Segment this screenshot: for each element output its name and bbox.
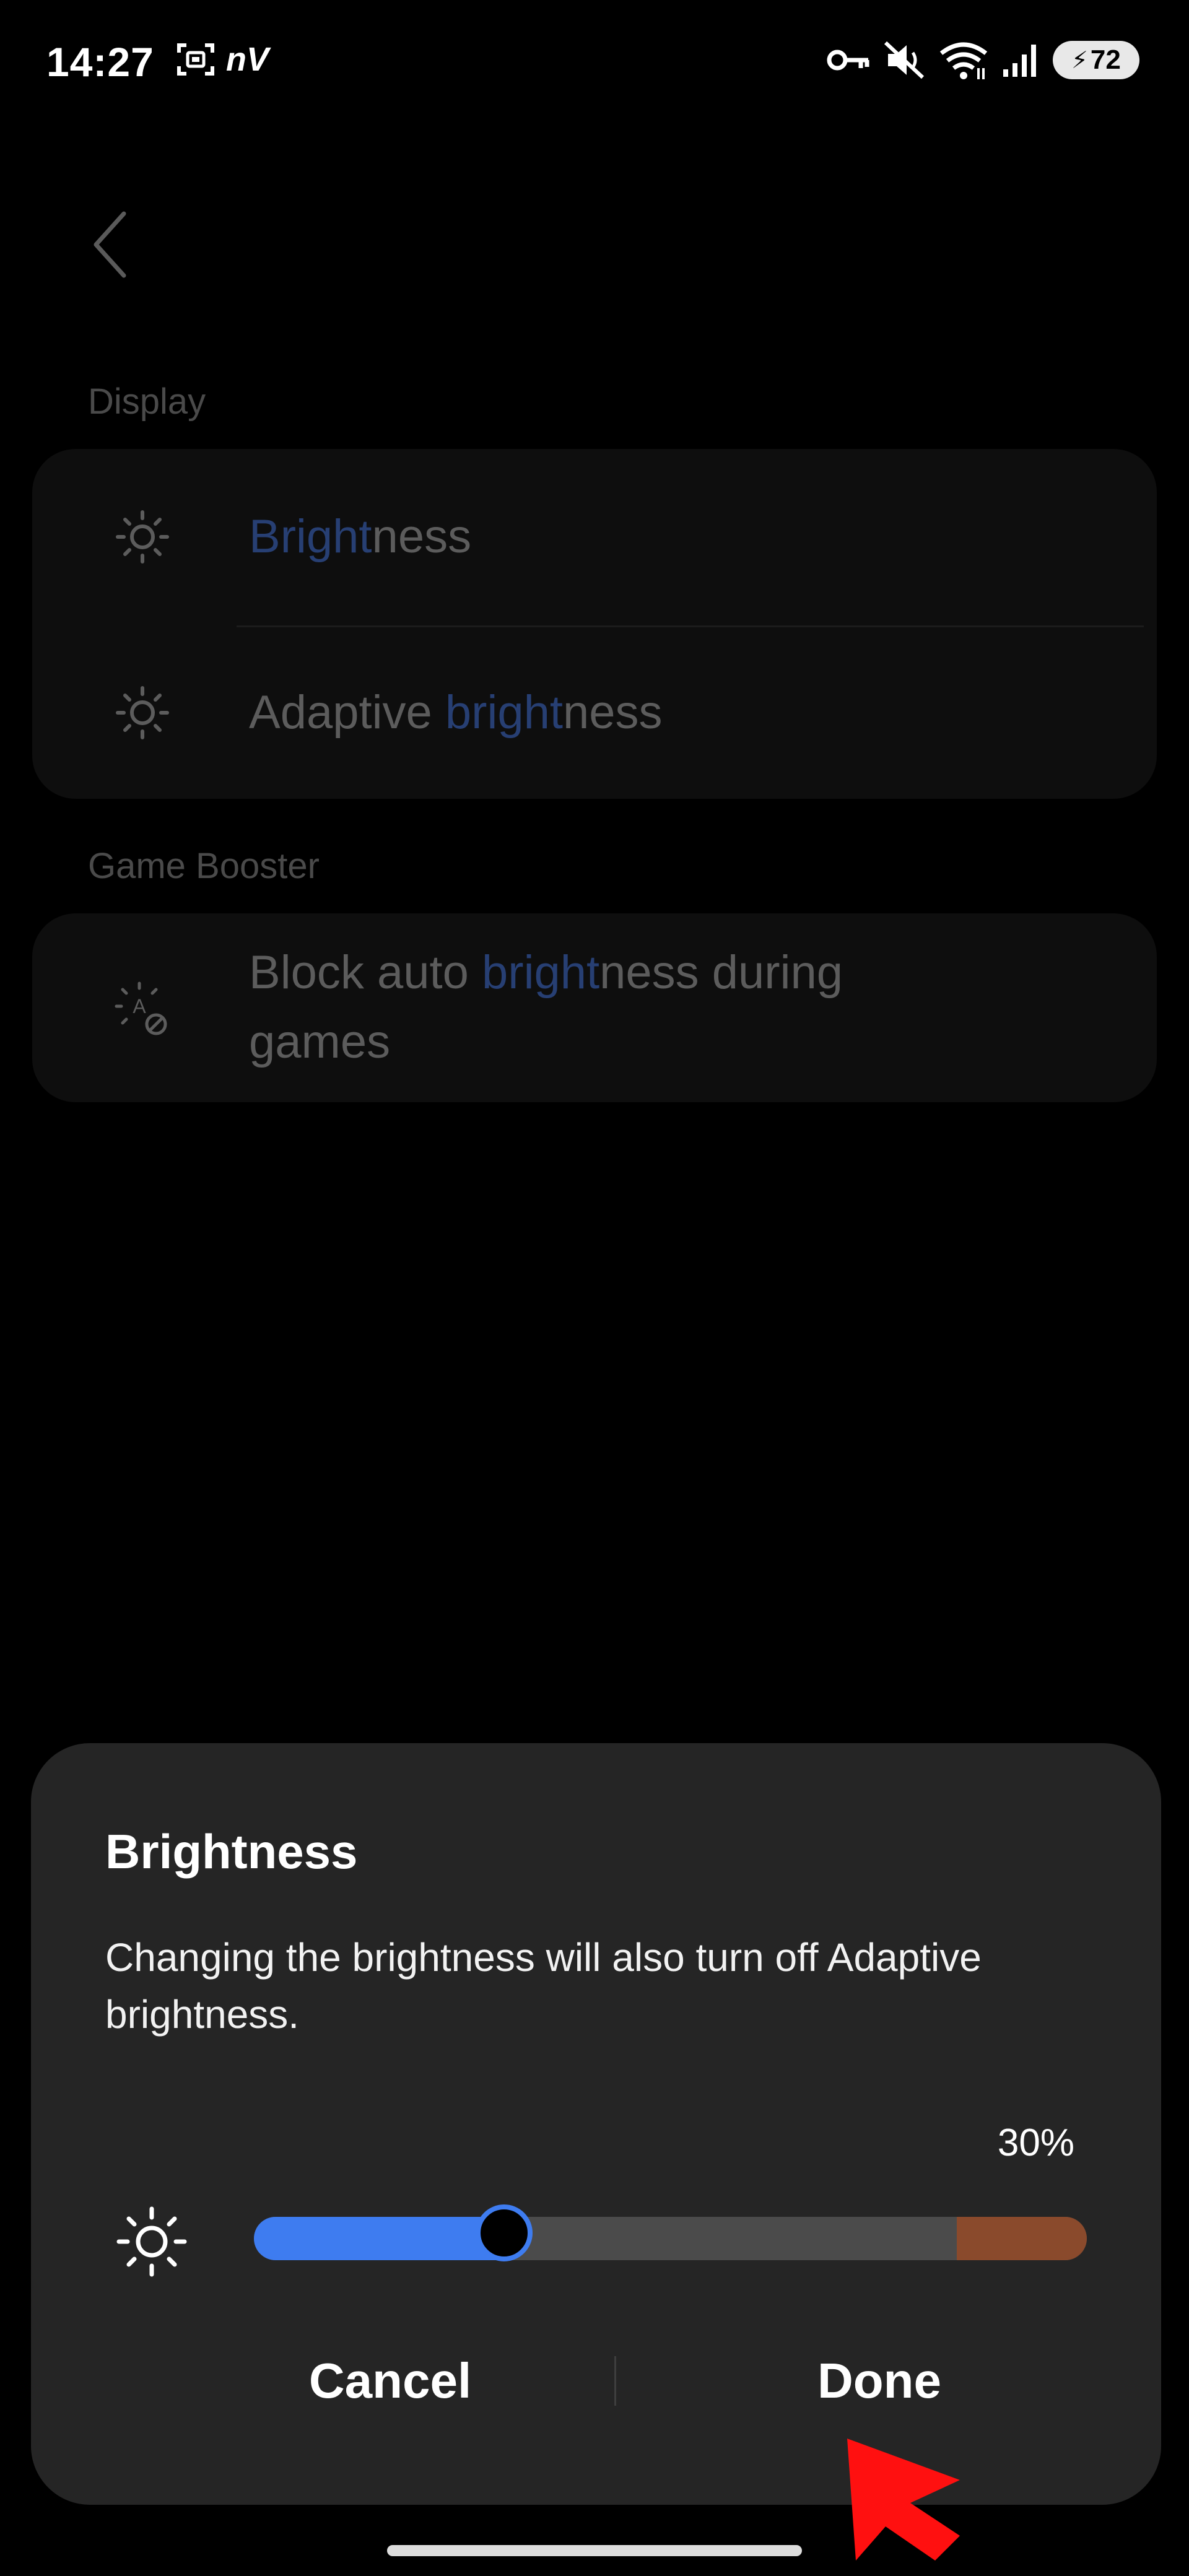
- display-results-card: Brightness Adaptive brightness: [32, 449, 1157, 799]
- signal-icon: [1003, 45, 1036, 77]
- screenshot-icon: [177, 43, 214, 76]
- search-results-page: Display Brightness Adaptive brightness G…: [0, 124, 1189, 1734]
- status-bar: 14:27 nV ⚡ 72: [0, 0, 1189, 124]
- nv-app-icon: nV: [226, 41, 269, 78]
- slider-fill: [254, 2217, 504, 2260]
- brightness-slider[interactable]: [254, 2204, 1087, 2261]
- brightness-percent: 30%: [997, 2121, 1074, 2164]
- svg-text:A: A: [133, 995, 146, 1017]
- wifi-icon: [939, 42, 988, 79]
- cancel-button[interactable]: Cancel: [173, 2334, 607, 2427]
- slider-thumb[interactable]: [476, 2204, 533, 2261]
- vpn-key-icon: [827, 50, 869, 71]
- pointer-cursor-icon: [847, 2439, 960, 2561]
- mute-icon: [884, 41, 925, 79]
- sun-icon: [116, 510, 169, 564]
- button-divider: [614, 2356, 616, 2406]
- back-button[interactable]: [81, 201, 136, 288]
- result-item-label: Brightness: [249, 510, 472, 563]
- battery-level: 72: [1090, 45, 1121, 75]
- brightness-dialog: Brightness Changing the brightness will …: [31, 1743, 1161, 2505]
- slider-extra-brightness-range: [957, 2217, 1087, 2260]
- dialog-message: Changing the brightness will also turn o…: [105, 1935, 982, 2037]
- screen: 14:27 nV ⚡ 72 Display Brightness Adaptiv…: [0, 0, 1189, 2576]
- done-button[interactable]: Done: [663, 2334, 1096, 2427]
- game-booster-results-card: A Block auto brightness during games: [32, 913, 1157, 1102]
- sun-icon: [116, 2206, 187, 2277]
- section-header-game-booster: Game Booster: [88, 846, 320, 886]
- result-item-label: Adaptive brightness: [249, 686, 663, 739]
- status-left-icons: nV: [176, 41, 269, 78]
- result-item-label: Block auto brightness during games: [249, 946, 843, 1068]
- battery-icon: ⚡ 72: [1053, 41, 1139, 79]
- result-item-adaptive-brightness[interactable]: Adaptive brightness: [32, 627, 1157, 799]
- result-item-brightness[interactable]: Brightness: [32, 449, 1157, 625]
- home-indicator[interactable]: [387, 2545, 802, 2556]
- dialog-title: Brightness: [105, 1824, 358, 1879]
- status-right-icons: ⚡ 72: [826, 40, 1139, 80]
- result-item-block-auto-brightness[interactable]: A Block auto brightness during games: [32, 913, 1157, 1102]
- charging-bolt-icon: ⚡: [1071, 47, 1088, 74]
- status-time: 14:27: [46, 39, 154, 85]
- section-header-display: Display: [88, 381, 206, 422]
- auto-brightness-off-icon: A: [115, 981, 167, 1035]
- sun-icon: [116, 686, 169, 739]
